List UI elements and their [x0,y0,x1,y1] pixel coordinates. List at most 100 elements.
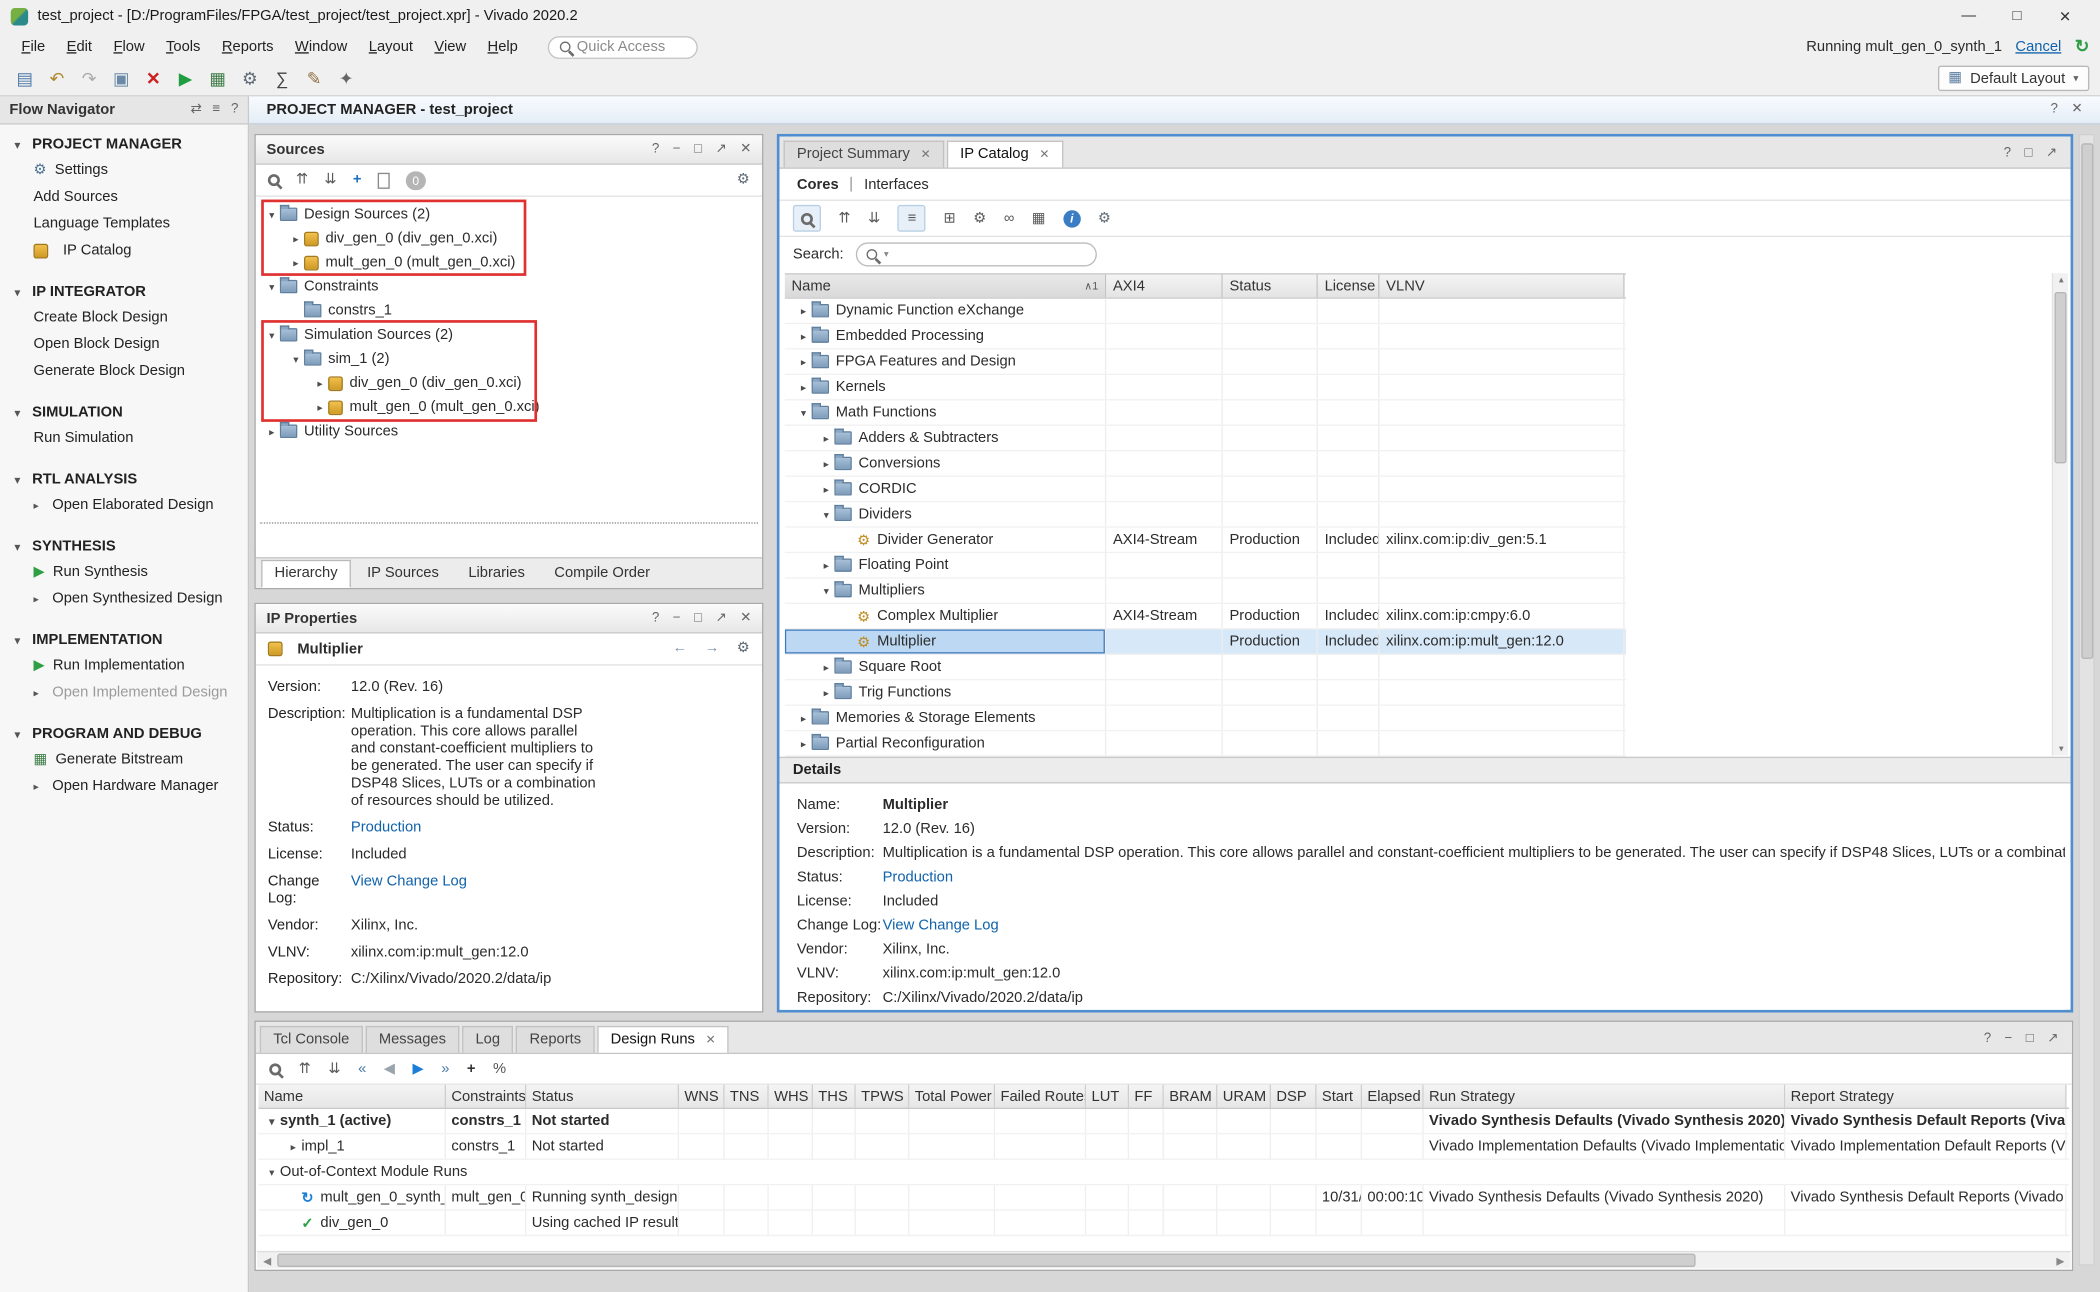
search-icon[interactable] [269,1063,281,1075]
help-icon[interactable]: ? [652,143,659,156]
float-icon[interactable]: □ [2026,1032,2034,1045]
scrollbar-track[interactable] [277,1252,2050,1268]
chevron-down-icon[interactable]: ▾ [264,329,280,341]
gear-icon[interactable]: ⚙ [737,642,750,657]
abort-icon[interactable]: ✕ [139,65,167,92]
column-header-report-strategy[interactable]: Report Strategy [1785,1085,2066,1108]
field-value[interactable]: View Change Log [883,917,2066,934]
reset-runs-icon[interactable]: « [358,1061,366,1076]
subtab-cores[interactable]: Cores [797,176,839,192]
close-icon[interactable]: ✕ [740,611,751,624]
hierarchy-view-icon-box[interactable]: ≡ [898,205,926,232]
tab-ip-sources[interactable]: IP Sources [354,560,453,588]
flownav-item-run-implementation[interactable]: ▶Run Implementation [0,652,248,679]
chevron-right-icon[interactable]: ▸ [818,661,834,673]
column-header-lut[interactable]: LUT [1086,1085,1129,1108]
sources-item-sim-1-2[interactable]: ▾sim_1 (2) [256,347,762,371]
scroll-right-icon[interactable]: ▶ [2050,1254,2070,1266]
catalog-row-floating-point[interactable]: ▸Floating Point [785,553,1626,578]
catalog-row-square-root[interactable]: ▸Square Root [785,655,1626,680]
float-icon[interactable]: □ [694,143,702,156]
close-icon[interactable]: ✕ [1039,147,1049,162]
chevron-down-icon[interactable]: ▾ [264,1166,280,1178]
tab-project-summary[interactable]: Project Summary✕ [783,141,944,168]
pencil-icon[interactable]: ✎ [300,65,328,92]
quick-access-search[interactable]: Quick Access [547,35,697,58]
sources-item-design-sources-2[interactable]: ▾Design Sources (2) [256,202,762,226]
catalog-row-dynamic-function-exchange[interactable]: ▸Dynamic Function eXchange [785,299,1626,324]
menu-tools[interactable]: Tools [155,36,211,57]
catalog-row-embedded-processing[interactable]: ▸Embedded Processing [785,324,1626,349]
flownav-item-open-elaborated-design[interactable]: ▸Open Elaborated Design [0,492,248,519]
chevron-right-icon[interactable]: ▸ [796,305,812,317]
chevron-right-icon[interactable]: ▸ [288,256,304,268]
link-icon[interactable]: ∞ [1004,211,1015,226]
column-header-name[interactable]: Name∧1 [785,275,1106,298]
column-header-tpws[interactable]: TPWS [856,1085,910,1108]
run-icon[interactable]: ▶ [171,65,199,92]
design-run-row-mult-gen-0-synth-1[interactable]: ↻mult_gen_0_synth_1mult_gen_0Running syn… [258,1185,2069,1210]
save-icon[interactable]: ▤ [11,65,39,92]
chevron-right-icon[interactable]: ▸ [285,1140,301,1152]
add-repository-icon[interactable]: ⊞ [943,211,955,226]
chevron-right-icon[interactable]: ▸ [818,432,834,444]
help-icon[interactable]: ? [652,611,659,624]
percent-icon[interactable]: % [493,1061,506,1076]
flownav-item-language-templates[interactable]: Language Templates [0,210,248,237]
package-icon[interactable]: ▦ [1032,211,1046,226]
float-icon[interactable]: □ [2024,147,2032,160]
tab-libraries[interactable]: Libraries [455,560,538,588]
layout-selector[interactable]: ▦ Default Layout ▾ [1937,66,2089,91]
flownav-item-run-simulation[interactable]: Run Simulation [0,425,248,452]
chevron-right-icon[interactable]: ▸ [264,425,280,437]
scroll-down-icon[interactable]: ▾ [2053,743,2069,754]
close-icon[interactable]: ✕ [921,147,931,162]
close-icon[interactable]: ✕ [2071,103,2082,116]
menu-file[interactable]: File [11,36,56,57]
expand-all-icon[interactable]: ⇊ [324,173,336,188]
help-icon[interactable]: ? [2004,147,2011,160]
chevron-right-icon[interactable]: ▸ [818,457,834,469]
catalog-search-input[interactable]: ▾ [856,242,1097,266]
flownav-item-open-hardware-manager[interactable]: ▸Open Hardware Manager [0,773,248,800]
tab-hierarchy[interactable]: Hierarchy [261,560,351,588]
gear-icon[interactable]: ⚙ [1098,211,1111,226]
catalog-row-multipliers[interactable]: ▾Multipliers [785,579,1626,604]
maximize-icon[interactable]: ↗ [715,143,726,156]
column-header-failed-routes[interactable]: Failed Routes [995,1085,1086,1108]
chevron-down-icon[interactable]: ▾ [264,1115,280,1127]
sources-item-constrs-1[interactable]: constrs_1 [256,299,762,323]
tab-compile-order[interactable]: Compile Order [541,560,664,588]
menu-help[interactable]: Help [477,36,529,57]
scrollbar-thumb[interactable] [277,1254,1696,1267]
column-header-dsp[interactable]: DSP [1271,1085,1317,1108]
column-header-elapsed[interactable]: Elapsed [1362,1085,1424,1108]
catalog-row-cordic[interactable]: ▸CORDIC [785,477,1626,502]
maximize-icon[interactable]: ↗ [2046,147,2057,160]
chevron-right-icon[interactable]: ▸ [818,483,834,495]
column-header-ths[interactable]: THS [813,1085,856,1108]
collapse-all-icon[interactable]: ⇈ [296,173,308,188]
maximize-button[interactable]: □ [1993,7,2041,24]
flownav-section-implementation[interactable]: ▾IMPLEMENTATION [0,627,248,652]
design-run-row-out-of-context-module-runs[interactable]: ▾Out-of-Context Module Runs [258,1160,2069,1185]
horizontal-scrollbar[interactable]: ◀ ▶ [257,1251,2070,1268]
catalog-row-adders-subtracters[interactable]: ▸Adders & Subtracters [785,426,1626,451]
chevron-right-icon[interactable]: ▸ [312,377,328,389]
column-header-constraints[interactable]: Constraints [446,1085,526,1108]
chevron-down-icon[interactable]: ▾ [264,281,280,293]
chevron-right-icon[interactable]: ▸ [288,232,304,244]
catalog-row-kernels[interactable]: ▸Kernels [785,375,1626,400]
chevron-right-icon[interactable]: ▸ [796,330,812,342]
menu-layout[interactable]: Layout [358,36,424,57]
chevron-right-icon[interactable]: ▸ [796,356,812,368]
probe-icon[interactable]: ✦ [332,65,360,92]
flownav-item-add-sources[interactable]: Add Sources [0,183,248,210]
chevron-right-icon[interactable]: ▸ [818,559,834,571]
column-header-bram[interactable]: BRAM [1164,1085,1218,1108]
design-run-row-div-gen-0[interactable]: ✓div_gen_0Using cached IP results [258,1211,2069,1236]
flownav-item-settings[interactable]: ⚙Settings [0,157,248,184]
file-filter-icon[interactable] [378,172,390,188]
collapse-all-icon[interactable]: ⇈ [299,1061,311,1076]
float-icon[interactable]: □ [694,611,702,624]
